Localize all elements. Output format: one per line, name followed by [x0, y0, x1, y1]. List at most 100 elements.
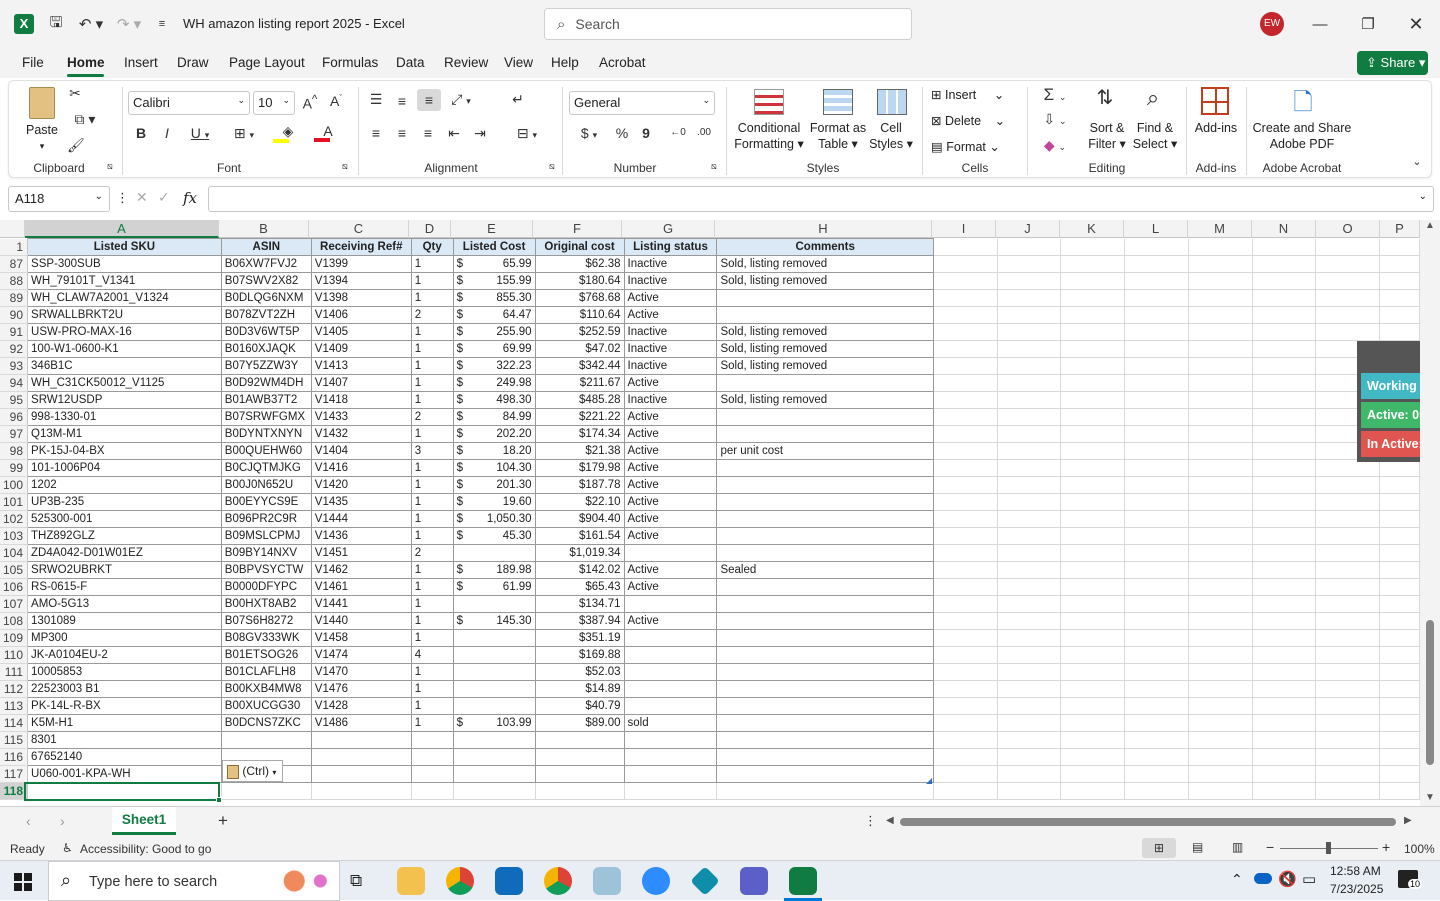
- empty-cell[interactable]: [1188, 374, 1253, 392]
- cell-original-cost[interactable]: [535, 765, 625, 783]
- empty-cell[interactable]: [1315, 663, 1380, 681]
- align-center-icon[interactable]: ≡: [393, 125, 411, 141]
- empty-cell[interactable]: [997, 544, 1062, 562]
- empty-cell[interactable]: [1124, 425, 1189, 443]
- empty-cell[interactable]: [1252, 561, 1317, 579]
- empty-cell[interactable]: [1252, 323, 1317, 341]
- empty-cell[interactable]: [1188, 510, 1253, 528]
- empty-cell[interactable]: [997, 629, 1062, 647]
- align-top-icon[interactable]: ☰: [367, 91, 385, 108]
- zoom-out-icon[interactable]: −: [1266, 839, 1274, 855]
- empty-cell[interactable]: [933, 493, 998, 511]
- empty-cell[interactable]: [1124, 697, 1189, 715]
- cell-listed-cost[interactable]: [453, 646, 536, 664]
- paste-options-button[interactable]: (Ctrl) ▾: [222, 760, 283, 782]
- header-cell-listed-sku[interactable]: Listed SKU: [27, 238, 222, 256]
- cell-listed-sku[interactable]: PK-15J-04-BX: [27, 442, 222, 460]
- empty-cell[interactable]: [1252, 340, 1317, 358]
- cell-listing-status[interactable]: Inactive: [624, 255, 718, 273]
- cell-asin[interactable]: B07Y5ZZW3Y: [221, 357, 312, 375]
- cell-qty[interactable]: [411, 765, 454, 783]
- cell-receiving-ref[interactable]: V1433: [311, 408, 412, 426]
- cell-asin[interactable]: B0DYNTXNYN: [221, 425, 312, 443]
- cell-asin[interactable]: B01CLAFLH8: [221, 663, 312, 681]
- empty-cell[interactable]: [1124, 731, 1189, 749]
- empty-cell[interactable]: [1060, 442, 1126, 460]
- sort-filter-button[interactable]: Sort & Filter ▾: [1083, 120, 1131, 152]
- cell-original-cost[interactable]: $387.94: [535, 612, 625, 630]
- cell-listed-cost[interactable]: $322.23: [453, 357, 536, 375]
- number-launcher-icon[interactable]: ⧅: [711, 161, 717, 172]
- cell-qty[interactable]: 3: [411, 442, 454, 460]
- empty-cell[interactable]: [1188, 595, 1253, 613]
- empty-cell[interactable]: [933, 782, 998, 800]
- empty-cell[interactable]: [933, 391, 998, 409]
- align-bottom-icon[interactable]: ≡: [417, 89, 441, 111]
- empty-cell[interactable]: [1252, 425, 1317, 443]
- cell-listed-sku[interactable]: 998-1330-01: [27, 408, 222, 426]
- font-name-combo[interactable]: Calibri ⌄: [128, 91, 250, 115]
- empty-cell[interactable]: [933, 561, 998, 579]
- cell-listing-status[interactable]: Active: [624, 289, 718, 307]
- cell-original-cost[interactable]: $21.38: [535, 442, 625, 460]
- empty-cell[interactable]: [1060, 578, 1126, 596]
- cell-qty[interactable]: 2: [411, 544, 454, 562]
- cell-listed-sku[interactable]: USW-PRO-MAX-16: [27, 323, 222, 341]
- cell-asin[interactable]: B07S6H8272: [221, 612, 312, 630]
- cell-qty[interactable]: 2: [411, 306, 454, 324]
- empty-cell[interactable]: [933, 323, 998, 341]
- empty-cell[interactable]: [1252, 646, 1317, 664]
- font-launcher-icon[interactable]: ⧅: [342, 161, 348, 172]
- empty-cell[interactable]: [1315, 578, 1380, 596]
- row-header[interactable]: 110: [0, 646, 29, 664]
- menu-data[interactable]: Data: [396, 55, 425, 70]
- cell-comments[interactable]: [716, 697, 934, 715]
- empty-cell[interactable]: [1060, 391, 1126, 409]
- cell-asin[interactable]: B00J0N652U: [221, 476, 312, 494]
- empty-cell[interactable]: [933, 255, 998, 273]
- cell-listed-sku[interactable]: 10005853: [27, 663, 222, 681]
- row-header[interactable]: 114: [0, 714, 29, 732]
- cell-listing-status[interactable]: Active: [624, 425, 718, 443]
- clipboard-launcher-icon[interactable]: ⧅: [107, 161, 113, 172]
- cell-original-cost[interactable]: $342.44: [535, 357, 625, 375]
- cell-listed-sku[interactable]: 525300-001: [27, 510, 222, 528]
- empty-cell[interactable]: [1379, 629, 1420, 647]
- vertical-scroll-thumb[interactable]: [1426, 620, 1434, 765]
- cell-comments[interactable]: [716, 459, 934, 477]
- empty-cell[interactable]: [1252, 748, 1317, 766]
- empty-cell[interactable]: [1379, 323, 1420, 341]
- empty-cell[interactable]: [1124, 374, 1189, 392]
- column-header-d[interactable]: D: [409, 220, 451, 238]
- cell-asin[interactable]: B0CJQTMJKG: [221, 459, 312, 477]
- empty-cell[interactable]: [997, 748, 1062, 766]
- cell-receiving-ref[interactable]: V1407: [311, 374, 412, 392]
- empty-cell[interactable]: [1060, 680, 1126, 698]
- column-header-h[interactable]: H: [715, 220, 932, 238]
- empty-cell[interactable]: [1060, 510, 1126, 528]
- cell-receiving-ref[interactable]: V1413: [311, 357, 412, 375]
- conditional-formatting-icon[interactable]: [754, 89, 784, 115]
- empty-cell[interactable]: [933, 527, 998, 545]
- cell-listing-status[interactable]: [624, 765, 718, 783]
- empty-cell[interactable]: [1060, 612, 1126, 630]
- cell-qty[interactable]: 1: [411, 493, 454, 511]
- table-resize-handle-icon[interactable]: ◢: [926, 776, 932, 785]
- cell-asin[interactable]: B0160XJAQK: [221, 340, 312, 358]
- cell-comments[interactable]: [716, 527, 934, 545]
- cell-original-cost[interactable]: $904.40: [535, 510, 625, 528]
- cell-listing-status[interactable]: Inactive: [624, 323, 718, 341]
- empty-cell[interactable]: [1188, 782, 1253, 800]
- cell-comments[interactable]: Sold, listing removed: [716, 272, 934, 290]
- bold-icon[interactable]: B: [133, 125, 149, 141]
- align-middle-icon[interactable]: ≡: [393, 93, 411, 109]
- excel-taskbar-icon[interactable]: [789, 867, 817, 895]
- cell-listing-status[interactable]: Active: [624, 612, 718, 630]
- cell-listed-cost[interactable]: $201.30: [453, 476, 536, 494]
- display-icon[interactable]: ▭: [1302, 870, 1316, 888]
- cell-receiving-ref[interactable]: V1432: [311, 425, 412, 443]
- empty-cell[interactable]: [1188, 340, 1253, 358]
- close-button[interactable]: ✕: [1404, 12, 1428, 36]
- cell-asin[interactable]: B0D92WM4DH: [221, 374, 312, 392]
- cell-styles-icon[interactable]: [877, 89, 907, 115]
